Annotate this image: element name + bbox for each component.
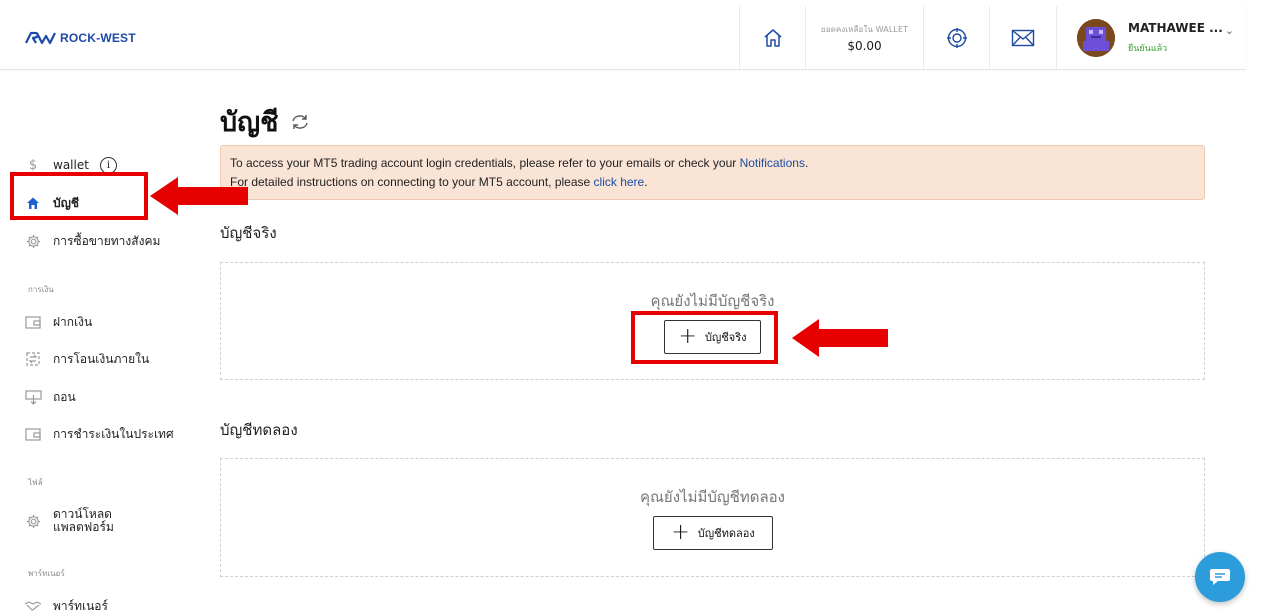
add-demo-account-label: บัญชีทดลอง xyxy=(697,527,755,540)
wallet-balance-amount: $0.00 xyxy=(847,39,882,53)
sidebar-item-label: ดาวน์โหลด แพลตฟอร์ม xyxy=(53,508,114,534)
info-icon[interactable]: i xyxy=(99,156,117,174)
notice-line-1: To access your MT5 trading account login… xyxy=(230,154,1195,173)
annotation-highlight-box xyxy=(631,311,778,364)
user-verified-status: ยืนยันแล้ว xyxy=(1128,44,1168,54)
sidebar-item-withdraw[interactable]: ถอน xyxy=(24,387,76,407)
wallet-icon xyxy=(24,313,42,331)
sidebar-item-download-platform[interactable]: ดาวน์โหลด แพลตฟอร์ม xyxy=(24,508,114,536)
header-target-button[interactable] xyxy=(923,6,989,70)
withdraw-icon xyxy=(24,388,42,406)
mt5-notice-banner: To access your MT5 trading account login… xyxy=(220,145,1205,200)
user-menu[interactable]: MATHAWEE ... ยืนยันแล้ว ⌄ xyxy=(1056,6,1246,70)
notice-text: . xyxy=(644,175,648,189)
real-accounts-title: บัญชีจริง xyxy=(220,224,277,242)
annotation-highlight-box xyxy=(10,172,148,220)
header-mail-button[interactable] xyxy=(989,6,1056,70)
handshake-icon xyxy=(24,597,42,612)
sidebar-item-internal-transfer[interactable]: การโอนเงินภายใน xyxy=(24,349,149,369)
header-wallet-balance[interactable]: ยอดคงเหลือใน WALLET $0.00 xyxy=(805,6,923,70)
target-icon xyxy=(946,28,967,48)
demo-accounts-panel: คุณยังไม่มีบัญชีทดลอง + บัญชีทดลอง xyxy=(220,458,1205,577)
gear-icon xyxy=(24,232,42,250)
notice-text: For detailed instructions on connecting … xyxy=(230,175,594,189)
gear-icon xyxy=(24,512,42,530)
sidebar-item-social-trading[interactable]: การซื้อขายทางสังคม xyxy=(24,231,160,251)
chevron-down-icon[interactable]: ⌄ xyxy=(1225,24,1234,37)
page-title: บัญชี xyxy=(220,100,310,143)
demo-accounts-empty-text: คุณยังไม่มีบัญชีทดลอง xyxy=(639,488,786,506)
real-accounts-empty-text: คุณยังไม่มีบัญชีจริง xyxy=(650,292,775,310)
page-title-text: บัญชี xyxy=(220,107,279,138)
wallet-balance-caption: ยอดคงเหลือใน WALLET xyxy=(820,25,909,34)
notice-line-2: For detailed instructions on connecting … xyxy=(230,173,1195,192)
mail-icon xyxy=(1011,29,1035,47)
demo-accounts-title: บัญชีทดลอง xyxy=(220,421,298,439)
top-header: ROCK-WEST ยอดคงเหลือใน WALLET $0.00 MATH… xyxy=(0,0,1246,70)
sidebar-group-finance: การเงิน xyxy=(28,285,54,294)
sidebar-item-label: การโอนเงินภายใน xyxy=(53,351,150,366)
plus-icon: + xyxy=(671,520,690,545)
annotation-arrow-icon xyxy=(150,177,248,215)
annotation-arrow-icon xyxy=(792,319,888,357)
user-info: MATHAWEE ... ยืนยันแล้ว xyxy=(1128,21,1223,55)
sidebar-group-partner: พาร์ทเนอร์ xyxy=(28,569,65,578)
home-icon xyxy=(764,29,781,47)
sidebar-item-label: พาร์ทเนอร์ xyxy=(53,598,108,612)
notice-text: To access your MT5 trading account login… xyxy=(230,156,740,170)
sidebar-item-label: ถอน xyxy=(53,389,76,404)
sidebar-item-label: การชำระเงินในประเทศ xyxy=(53,426,174,441)
rock-west-logo-icon xyxy=(25,31,56,45)
logo-text: ROCK-WEST xyxy=(60,31,136,45)
chat-support-button[interactable] xyxy=(1195,552,1245,602)
notifications-link[interactable]: Notifications xyxy=(740,156,805,170)
user-name: MATHAWEE ... xyxy=(1128,21,1223,35)
sidebar-item-label: การซื้อขายทางสังคม xyxy=(53,233,161,248)
refresh-icon[interactable] xyxy=(290,113,310,131)
sidebar-item-label: ฝากเงิน xyxy=(53,314,93,329)
notice-text: . xyxy=(804,156,809,170)
add-demo-account-button[interactable]: + บัญชีทดลอง xyxy=(653,516,773,550)
sidebar-item-label-line2: แพลตฟอร์ม xyxy=(53,520,114,534)
logo[interactable]: ROCK-WEST xyxy=(24,28,136,48)
wallet-icon xyxy=(24,425,42,443)
click-here-link[interactable]: click here xyxy=(594,175,645,189)
sidebar-group-file: ไฟล์ xyxy=(28,478,43,487)
sidebar-item-partner[interactable]: พาร์ทเนอร์ xyxy=(24,596,108,612)
transfer-icon xyxy=(24,350,42,368)
chat-icon xyxy=(1210,569,1230,585)
header-home-button[interactable] xyxy=(739,6,805,70)
sidebar-item-deposit[interactable]: ฝากเงิน xyxy=(24,312,92,332)
sidebar-item-label: wallet xyxy=(53,158,89,172)
avatar xyxy=(1077,19,1115,57)
sidebar-item-local-payment[interactable]: การชำระเงินในประเทศ xyxy=(24,424,174,444)
